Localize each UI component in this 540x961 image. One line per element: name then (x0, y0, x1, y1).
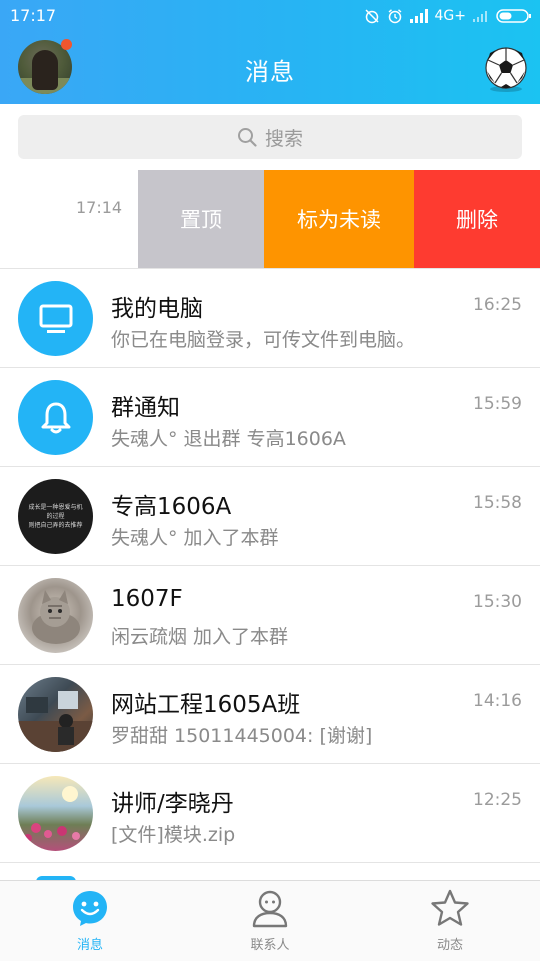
signal-empty-icon (473, 11, 487, 22)
monitor-icon (39, 304, 72, 333)
conversation-name: 群通知 (111, 395, 180, 421)
conversation-row[interactable]: 成长是一种恩爱与机 的过程 则把自己弄的去推荐 专高1606A 失魂人° 加入了… (0, 467, 540, 566)
office-photo (18, 691, 93, 752)
conversation-time: 14:16 (473, 691, 522, 711)
conversation-name: 我的电脑 (111, 296, 203, 322)
conversation-row[interactable]: 网站工程1605A班 罗甜甜 15011445004: [谢谢] 14:16 (0, 665, 540, 764)
network-type: 4G+ (434, 8, 467, 24)
status-icons: 4G+ (364, 6, 533, 26)
conversation-time: 15:30 (473, 592, 522, 612)
conversation-time: 16:25 (473, 295, 522, 315)
search-placeholder: 搜索 (264, 127, 303, 150)
conversation-time: 17:14 (76, 198, 123, 217)
conversation-message: 你已在电脑登录，可传文件到电脑。 (111, 329, 416, 351)
status-time: 17:17 (10, 6, 57, 25)
conversation-list: 我的电脑 你已在电脑登录，可传文件到电脑。 16:25 群通知 失魂人° 退出群… (0, 269, 540, 863)
battery-icon (496, 9, 531, 23)
delete-button[interactable]: 删除 (414, 170, 540, 268)
tab-messages[interactable]: 消息 (0, 881, 180, 961)
signal-icon (409, 9, 428, 23)
tab-moments[interactable]: 动态 (360, 881, 540, 961)
search-area: 搜索 (0, 104, 540, 170)
bell-icon (41, 402, 70, 433)
soccer-ball-icon[interactable] (482, 45, 530, 93)
conversation-message: [文件]模块.zip (111, 824, 236, 846)
conversation-time: 12:25 (473, 790, 522, 810)
top-header: 17:17 4G+ 消息 (0, 0, 540, 104)
office-avatar (18, 677, 93, 752)
page-title: 消息 (245, 58, 295, 86)
monitor-avatar (18, 281, 93, 356)
bottom-tab-bar: 消息 联系人 动态 (0, 880, 540, 961)
conversation-name: 1607F (111, 586, 183, 612)
conversation-message: 失魂人° 退出群 专高1606A (111, 428, 346, 450)
swiped-conversation-row[interactable]: 17:14 置顶 标为未读 删除 (0, 170, 540, 269)
group-avatar: 成长是一种恩爱与机 的过程 则把自己弄的去推荐 (18, 479, 93, 554)
avatar-text: 成长是一种恩爱与机 的过程 则把自己弄的去推荐 (28, 504, 83, 529)
search-icon (237, 128, 257, 147)
alarm-icon (388, 9, 401, 24)
tab-label: 动态 (436, 938, 463, 953)
conversation-time: 15:58 (473, 493, 522, 513)
cat-avatar (18, 578, 93, 653)
search-input[interactable]: 搜索 (18, 115, 522, 159)
person-icon (252, 890, 288, 928)
conversation-row[interactable]: 1607F 闲云疏烟 加入了本群 15:30 (0, 566, 540, 665)
alarm-off-icon (364, 9, 379, 24)
pin-button[interactable]: 置顶 (138, 170, 264, 268)
conversation-name: 讲师/李晓丹 (111, 791, 234, 817)
tab-label: 联系人 (250, 938, 290, 953)
cat-photo (32, 590, 80, 644)
star-icon (431, 889, 469, 926)
conversation-name: 专高1606A (111, 494, 232, 520)
bell-avatar (18, 380, 93, 455)
conversation-row[interactable]: 讲师/李晓丹 [文件]模块.zip 12:25 (0, 764, 540, 863)
mark-unread-button[interactable]: 标为未读 (264, 170, 414, 268)
conversation-name: 网站工程1605A班 (111, 692, 301, 718)
conversation-time: 15:59 (473, 394, 522, 414)
conversation-message: 罗甜甜 15011445004: [谢谢] (111, 725, 373, 747)
conversation-row[interactable]: 群通知 失魂人° 退出群 专高1606A 15:59 (0, 368, 540, 467)
conversation-message: 失魂人° 加入了本群 (111, 527, 279, 549)
conversation-message: 闲云疏烟 加入了本群 (111, 626, 289, 648)
flower-photo (24, 786, 80, 842)
flower-avatar (18, 776, 93, 851)
unread-dot (61, 39, 72, 50)
tab-contacts[interactable]: 联系人 (180, 881, 360, 961)
tab-label: 消息 (76, 938, 103, 953)
conversation-row[interactable]: 我的电脑 你已在电脑登录，可传文件到电脑。 16:25 (0, 269, 540, 368)
chat-face-icon (73, 891, 107, 926)
